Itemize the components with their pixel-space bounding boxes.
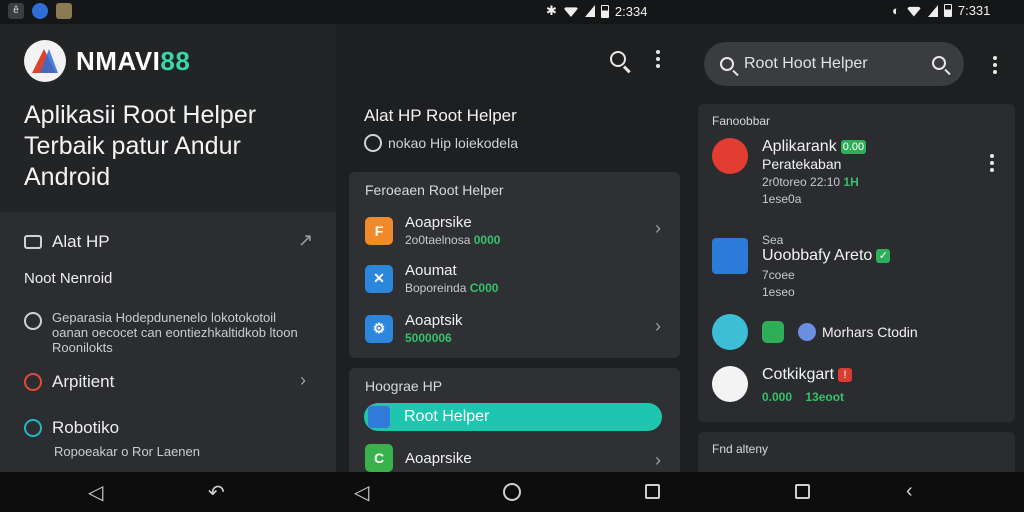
user-tool-icon [24,235,42,249]
recents-icon[interactable] [645,484,660,499]
notification-icon: ê [8,3,24,19]
status-bar: ê ✱ 2:334 ◐ 7:331 [0,0,1024,24]
list-item[interactable]: Morhars Ctodin [712,314,918,350]
clock-middle: 2:334 [614,3,648,19]
status-cluster-right: ◐ 7:331 [892,3,990,18]
card-label: Feroeaen Root Helper [365,182,504,198]
home-icon[interactable] [503,483,521,501]
list-item[interactable]: F Aoaprsike 2o0taelnosa 0000 › [365,214,661,247]
undo-icon[interactable]: ↶ [208,480,225,505]
middle-toolbar [610,50,660,68]
list-item[interactable]: Sea Uoobbafy Areto ✓ 7coee 1eseo [712,230,891,299]
signal-icon [584,5,595,17]
list-item[interactable]: ✕ Aoumat Boporeinda C000 [365,262,661,295]
apps-card: Fanoobbar Aplikarank 0.00 Peratekaban 2r0… [698,104,1015,422]
teal-ring-icon [24,419,42,437]
clock-icon [24,312,42,330]
chevron-right-icon[interactable]: › [300,370,306,391]
feature-card: Feroeaen Root Helper F Aoaprsike 2o0tael… [349,172,680,358]
brand-name: NMAVI88 [76,45,191,76]
list-item[interactable]: ⚙ Aoaptsik 5000006 › [365,312,661,345]
app-small-icon [798,323,816,341]
settings-icon: ⚙ [365,314,393,343]
menu-item-description: Geparasia Hodepdunenelo lokotokotoil oan… [24,310,309,355]
target-icon [24,373,42,391]
refresh-icon [364,134,382,152]
left-panel: NMAVI88 Aplikasii Root Helper Terbaik pa… [0,24,336,472]
left-menu: Alat HP ↗ Noot Nenroid Geparasia Hodepdu… [0,212,336,472]
search-icon[interactable] [610,51,626,67]
chevron-right-icon: › [655,218,661,238]
wifi-icon [905,6,922,17]
menu-item-robotiko[interactable]: Robotiko [24,418,119,438]
battery-icon [943,4,952,17]
apps-card-secondary: Fnd alteny [698,432,1015,476]
page-headline: Aplikasii Root Helper Terbaik patur Andu… [24,101,257,191]
more-options-icon[interactable] [990,154,994,172]
more-options-icon[interactable] [656,50,660,68]
list-item[interactable]: C Aoaprsike › [365,444,661,472]
search-bar[interactable]: Root Hoot Helper [704,42,964,86]
browser-icon [32,3,48,19]
gallery-icon [56,3,72,19]
chevron-right-icon: › [655,450,661,470]
clock-right: 7:331 [957,3,991,18]
back-icon[interactable]: ◁ [354,480,369,505]
section-title: Alat HP Root Helper [364,106,517,125]
brand-logo-icon [24,40,66,82]
vibrate-icon: ◐ [892,3,900,18]
back-icon[interactable]: ◁ [88,480,103,505]
calendar-icon [712,314,748,350]
status-cluster-middle: ✱ 2:334 [546,3,647,19]
more-options-icon[interactable] [993,56,997,74]
card-label: Hoograe HP [365,378,443,394]
collapse-icon[interactable]: ↗ [298,230,313,251]
app-icon [368,406,390,428]
search-submit-icon[interactable] [932,56,946,70]
battery-icon [600,4,609,18]
menu-item-arpitient[interactable]: Arpitient [24,372,114,392]
crop-icon: ✕ [365,264,393,293]
list-item[interactable]: Aplikarank 0.00 Peratekaban 2r0toreo 22:1… [712,138,867,206]
section-subtitle: nokao Hip loiekodela [364,134,518,152]
search-icon [720,57,734,71]
screen: ê ✱ 2:334 ◐ 7:331 NMAVI88 Aplikasii Root… [0,0,1024,512]
chat-icon [762,321,784,343]
menu-item-alat-hp[interactable]: Alat HP [24,232,110,252]
list-item[interactable]: Cotkikgart! 0.000 13eoot [712,366,853,404]
card-label: Fanoobbar [712,114,771,128]
chevron-left-icon[interactable]: ‹ [906,480,913,503]
chevron-right-icon: › [655,316,661,336]
app-white-icon [712,366,748,402]
menu-item-robotiko-sub: Ropoeakar o Ror Laenen [54,444,200,459]
root-helper-button[interactable]: Root Helper [364,403,662,431]
menu-item-root-android[interactable]: Noot Nenroid [24,270,112,287]
wifi-icon [562,7,579,17]
signal-icon [927,4,938,17]
app-red-icon [712,138,748,174]
bluetooth-icon: ✱ [546,3,557,18]
search-input[interactable]: Root Hoot Helper [744,55,868,73]
brand-header[interactable]: NMAVI88 [24,40,190,82]
recents-icon[interactable] [795,484,810,499]
edit-icon [712,238,748,274]
file-icon: F [365,216,393,245]
navigation-bar: ◁ ↶ ◁ ‹ [0,472,1024,512]
chat-icon: C [365,444,393,472]
